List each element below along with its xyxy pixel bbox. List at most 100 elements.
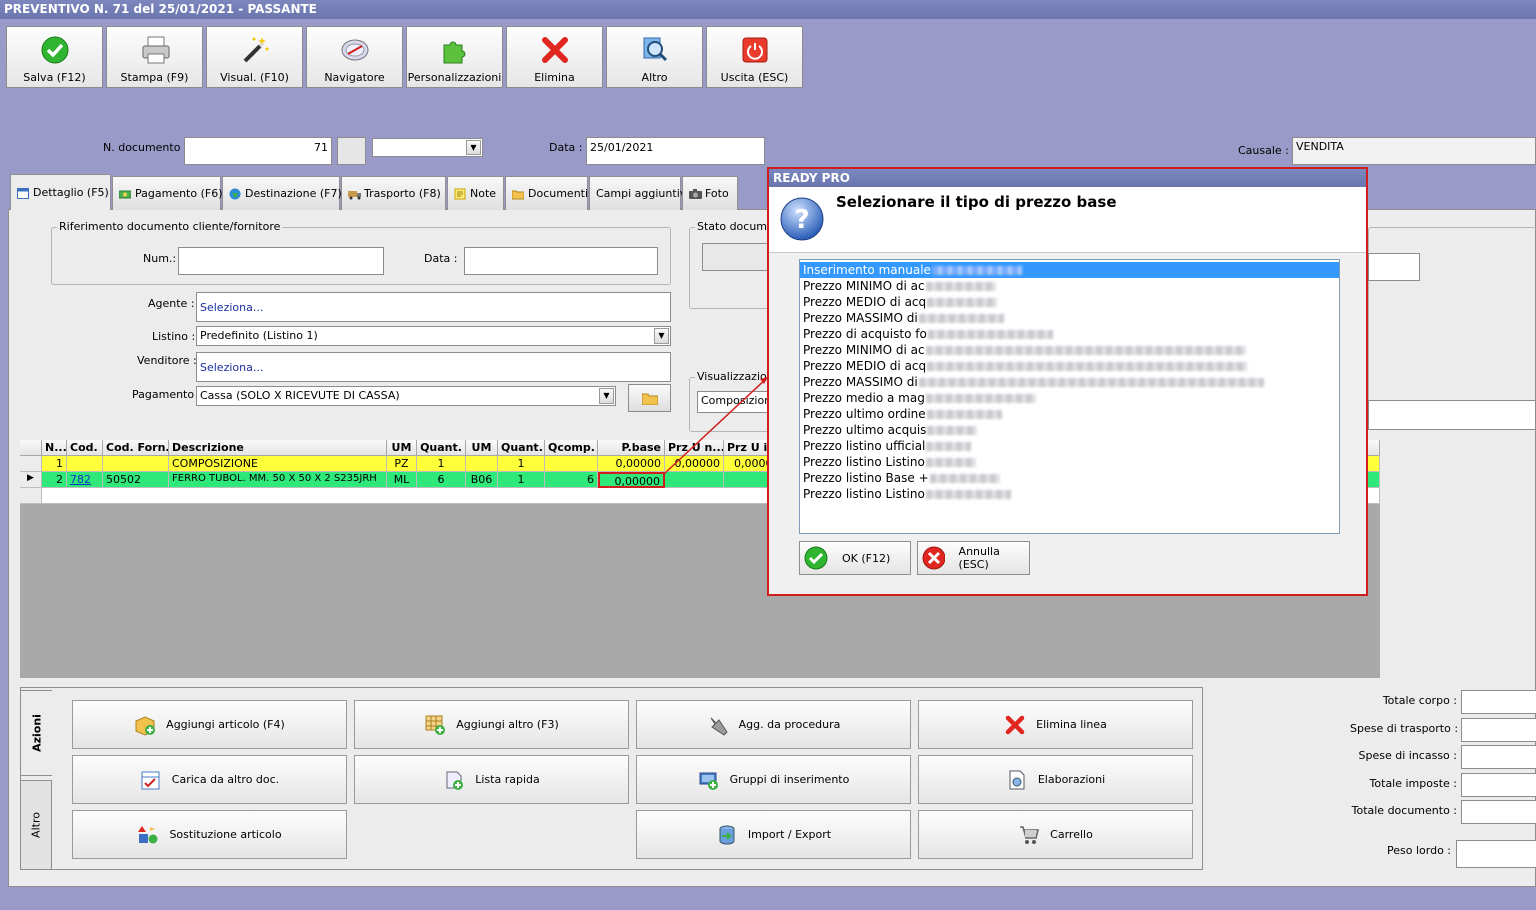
grid-cell[interactable]: [103, 456, 169, 472]
tab-dettaglio[interactable]: Dettaglio (F5): [10, 174, 111, 210]
tab-azioni[interactable]: Azioni: [20, 690, 52, 776]
grid-cell[interactable]: 0,00000: [598, 456, 665, 472]
agent-field[interactable]: Seleziona...: [196, 292, 671, 322]
list-item[interactable]: Prezzo listino Base +: [800, 470, 1339, 486]
tab-campi-aggiuntivi[interactable]: Campi aggiuntivi: [589, 176, 689, 210]
total-body-field[interactable]: [1461, 690, 1536, 714]
list-item[interactable]: Prezzo MASSIMO di: [800, 310, 1339, 326]
grid-cell[interactable]: PZ: [387, 456, 417, 472]
chevron-down-icon[interactable]: ▼: [466, 140, 481, 155]
payment-combo[interactable]: Cassa (SOLO X RICEVUTE DI CASSA) ▼: [196, 386, 616, 406]
collection-cost-field[interactable]: [1461, 745, 1536, 769]
gross-weight-field[interactable]: [1456, 840, 1536, 868]
delete-button[interactable]: Elimina: [506, 26, 603, 88]
grid-cell[interactable]: B06: [466, 472, 498, 488]
save-button[interactable]: Salva (F12): [6, 26, 103, 88]
grid-cell[interactable]: 1: [498, 456, 545, 472]
list-item[interactable]: Prezzo di acquisto fo: [800, 326, 1339, 342]
quick-list-button[interactable]: Lista rapida: [354, 755, 629, 804]
tab-trasporto[interactable]: Trasporto (F8): [341, 176, 446, 210]
payment-folder-button[interactable]: [628, 384, 671, 412]
grid-header[interactable]: UM: [466, 440, 498, 456]
tab-altro[interactable]: Altro: [20, 780, 52, 870]
total-tax-field[interactable]: [1461, 773, 1536, 797]
total-document-field[interactable]: [1461, 800, 1536, 824]
grid-cell[interactable]: 2: [42, 472, 67, 488]
tab-foto[interactable]: Foto: [682, 176, 738, 210]
right-field-1[interactable]: [1368, 253, 1420, 281]
grid-header[interactable]: Cod. Forn.: [103, 440, 169, 456]
list-item[interactable]: Prezzo MINIMO di ac: [800, 342, 1339, 358]
grid-cell[interactable]: COMPOSIZIONE: [169, 456, 387, 472]
tab-note[interactable]: Note: [447, 176, 504, 210]
grid-cell[interactable]: ML: [387, 472, 417, 488]
list-item[interactable]: Prezzo listino Listino: [800, 486, 1339, 502]
cancel-button[interactable]: Annulla (ESC): [917, 541, 1030, 575]
grid-cell[interactable]: 6: [417, 472, 466, 488]
shipping-cost-field[interactable]: [1461, 718, 1536, 742]
grid-header[interactable]: Quant.: [498, 440, 545, 456]
grid-cell[interactable]: 6: [545, 472, 598, 488]
add-other-button[interactable]: Aggiungi altro (F3): [354, 700, 629, 749]
right-field-2[interactable]: [1368, 400, 1536, 430]
list-item[interactable]: Prezzo MEDIO di acq: [800, 358, 1339, 374]
grid-header[interactable]: Descrizione: [169, 440, 387, 456]
chevron-down-icon[interactable]: ▼: [654, 328, 669, 344]
load-from-document-button[interactable]: Carica da altro doc.: [72, 755, 347, 804]
grid-header[interactable]: Quant.: [417, 440, 466, 456]
exit-button[interactable]: Uscita (ESC): [706, 26, 803, 88]
tab-documenti[interactable]: Documenti: [505, 176, 588, 210]
list-item[interactable]: Prezzo ultimo acquis: [800, 422, 1339, 438]
other-button[interactable]: Altro: [606, 26, 703, 88]
grid-header[interactable]: Prz U n...: [665, 440, 724, 456]
list-item[interactable]: Prezzo medio a mag: [800, 390, 1339, 406]
ref-number-field[interactable]: [178, 247, 384, 275]
price-type-list[interactable]: Inserimento manuale Prezzo MINIMO di ac Pr…: [799, 259, 1340, 534]
grid-cell[interactable]: [545, 456, 598, 472]
add-article-button[interactable]: Aggiungi articolo (F4): [72, 700, 347, 749]
list-item[interactable]: Prezzo MEDIO di acq: [800, 294, 1339, 310]
ref-date-field[interactable]: [464, 247, 658, 275]
navigator-button[interactable]: Navigatore: [306, 26, 403, 88]
customizations-button[interactable]: Personalizzazioni: [406, 26, 503, 88]
document-number-field[interactable]: 71: [184, 137, 332, 165]
grid-header[interactable]: Qcomp.: [545, 440, 598, 456]
list-item[interactable]: Prezzo listino ufficial: [800, 438, 1339, 454]
price-list-combo[interactable]: Predefinito (Listino 1) ▼: [196, 326, 671, 346]
grid-cell[interactable]: 1: [42, 456, 67, 472]
grid-cell[interactable]: 1: [498, 472, 545, 488]
grid-header[interactable]: UM: [387, 440, 417, 456]
dialog-title-bar[interactable]: READY PRO: [769, 169, 1366, 187]
chevron-down-icon[interactable]: ▼: [599, 388, 614, 404]
tab-pagamento[interactable]: Pagamento (F6): [112, 176, 223, 210]
list-item[interactable]: Inserimento manuale: [800, 262, 1339, 278]
grid-cell[interactable]: [466, 456, 498, 472]
tab-destinazione[interactable]: Destinazione (F7): [222, 176, 342, 210]
grid-cell[interactable]: FERRO TUBOL. MM. 50 X 50 X 2 S235JRH: [169, 472, 387, 488]
print-button[interactable]: Stampa (F9): [106, 26, 203, 88]
article-code-link[interactable]: 782: [67, 472, 103, 488]
processing-button[interactable]: Elaborazioni: [918, 755, 1193, 804]
grid-header[interactable]: P.base: [598, 440, 665, 456]
grid-cell[interactable]: 0,00000: [665, 456, 724, 472]
visual-button[interactable]: Visual. (F10): [206, 26, 303, 88]
replace-article-button[interactable]: Sostituzione articolo: [72, 810, 347, 859]
list-item[interactable]: Prezzo ultimo ordine: [800, 406, 1339, 422]
list-item[interactable]: Prezzo MASSIMO di: [800, 374, 1339, 390]
grid-cell[interactable]: [67, 456, 103, 472]
grid-cell-pbase-selected[interactable]: 0,00000: [598, 472, 665, 488]
delete-line-button[interactable]: Elimina linea: [918, 700, 1193, 749]
add-from-procedure-button[interactable]: Agg. da procedura: [636, 700, 911, 749]
list-item[interactable]: Prezzo listino Listino: [800, 454, 1339, 470]
causale-field[interactable]: VENDITA: [1292, 137, 1536, 165]
import-export-button[interactable]: Import / Export: [636, 810, 911, 859]
grid-header[interactable]: Cod.: [67, 440, 103, 456]
grid-header[interactable]: N...: [42, 440, 67, 456]
grid-cell[interactable]: 50502: [103, 472, 169, 488]
list-item[interactable]: Prezzo MINIMO di ac: [800, 278, 1339, 294]
seller-field[interactable]: Seleziona...: [196, 352, 671, 382]
document-series-combo[interactable]: ▼: [372, 138, 483, 157]
grid-cell[interactable]: [665, 472, 724, 488]
ok-button[interactable]: OK (F12): [799, 541, 911, 575]
date-field[interactable]: 25/01/2021: [586, 137, 765, 165]
